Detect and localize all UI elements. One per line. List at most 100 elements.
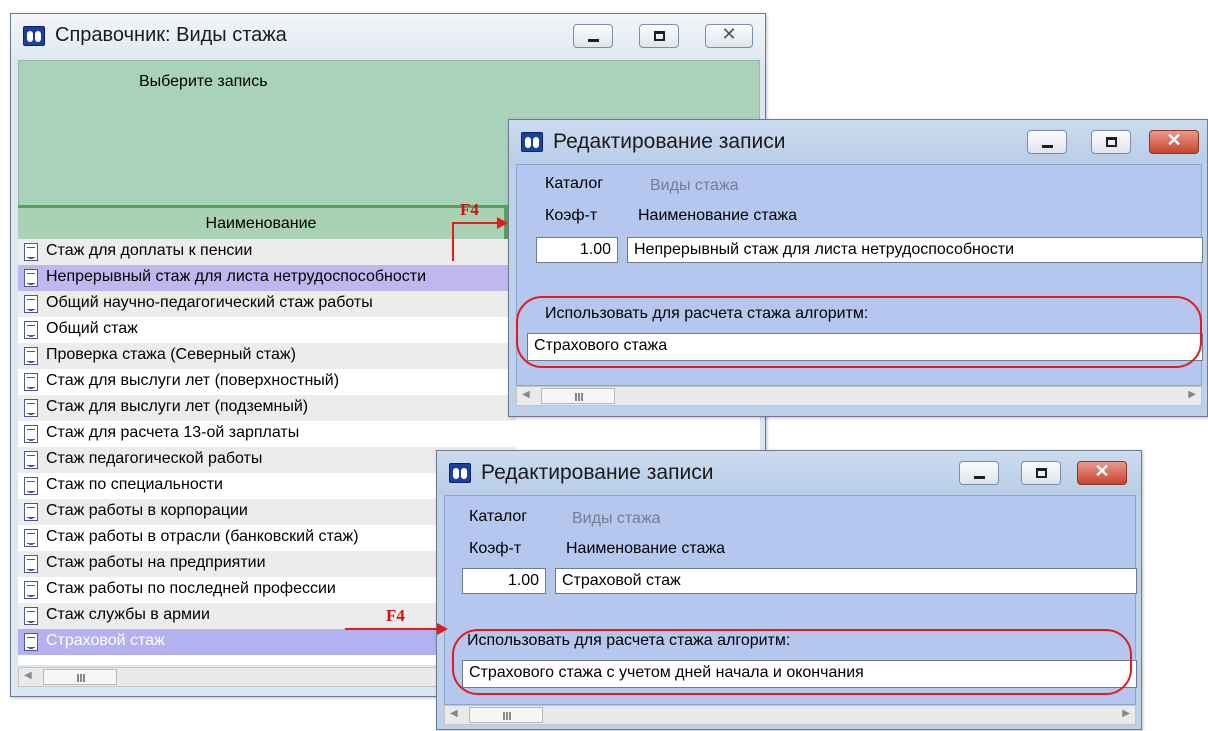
document-icon — [24, 503, 38, 521]
close-icon: ✕ — [1094, 461, 1110, 481]
algorithm-highlight-oval-1 — [516, 296, 1202, 368]
table-row[interactable]: Проверка стажа (Северный стаж) — [18, 343, 516, 369]
select-record-caption: Выберите запись — [139, 73, 268, 90]
row-label: Стаж работы по последней профессии — [46, 580, 336, 597]
row-label: Страховой стаж — [46, 632, 165, 649]
document-icon — [24, 451, 38, 469]
table-row[interactable]: Общий стаж — [18, 317, 516, 343]
horizontal-scrollbar[interactable]: ◀ ▶ — [516, 386, 1202, 406]
app-logo-icon — [521, 132, 543, 152]
maximize-icon — [1036, 468, 1047, 478]
horizontal-scrollbar[interactable]: ◀ ▶ — [444, 705, 1136, 725]
document-icon — [24, 321, 38, 339]
document-icon — [24, 529, 38, 547]
row-label: Стаж работы в отрасли (банковский стаж) — [46, 528, 359, 545]
scrollbar-thumb[interactable] — [43, 669, 117, 685]
document-icon — [24, 633, 38, 651]
row-label: Общий стаж — [46, 320, 138, 337]
scroll-right-icon[interactable]: ▶ — [1122, 708, 1130, 719]
table-row[interactable]: Стаж для выслуги лет (поверхностный) — [18, 369, 516, 395]
close-button[interactable]: ✕ — [1077, 461, 1127, 485]
column-header-name[interactable]: Наименование — [18, 208, 504, 239]
catalog-label: Каталог — [545, 175, 604, 192]
edit1-titlebar[interactable]: Редактирование записи ✕ — [509, 120, 1207, 164]
algorithm-highlight-oval-2 — [452, 629, 1132, 695]
row-label: Стаж службы в армии — [46, 606, 210, 623]
close-button[interactable]: ✕ — [1149, 130, 1199, 154]
catalog-value: Виды стажа — [572, 510, 661, 527]
scroll-left-icon[interactable]: ◀ — [522, 389, 530, 400]
catalog-label: Каталог — [469, 508, 528, 525]
document-icon — [24, 347, 38, 365]
annotation-arrow-line — [452, 223, 454, 261]
edit2-window-title: Редактирование записи — [481, 461, 714, 484]
row-label: Стаж для выслуги лет (поверхностный) — [46, 372, 340, 389]
maximize-icon — [1106, 137, 1117, 147]
table-row[interactable]: Стаж для расчета 13-ой зарплаты — [18, 421, 516, 447]
reference-window-title: Справочник: Виды стажа — [55, 24, 287, 46]
minimize-button[interactable] — [959, 461, 999, 485]
document-icon — [24, 477, 38, 495]
scrollbar-thumb[interactable] — [541, 388, 615, 404]
minimize-button[interactable] — [573, 24, 613, 48]
grip-icon — [77, 674, 79, 682]
scrollbar-thumb[interactable] — [469, 707, 543, 723]
name-label: Наименование стажа — [638, 207, 798, 224]
document-icon — [24, 399, 38, 417]
scroll-left-icon[interactable]: ◀ — [24, 670, 32, 681]
document-icon — [24, 243, 38, 261]
row-label: Стаж для выслуги лет (подземный) — [46, 398, 309, 415]
document-icon — [24, 607, 38, 625]
minimize-button[interactable] — [1027, 130, 1067, 154]
table-row[interactable]: Стаж для выслуги лет (подземный) — [18, 395, 516, 421]
row-label: Стаж для расчета 13-ой зарплаты — [46, 424, 300, 441]
edit1-window-title: Редактирование записи — [553, 130, 786, 153]
minimize-icon — [1042, 145, 1053, 148]
catalog-value: Виды стажа — [650, 177, 739, 194]
document-icon — [24, 295, 38, 313]
document-icon — [24, 269, 38, 287]
name-label: Наименование стажа — [566, 540, 726, 557]
arrow-right-icon — [437, 623, 448, 635]
close-icon: ✕ — [721, 24, 737, 44]
app-logo-icon — [23, 26, 45, 46]
coef-field[interactable]: 1.00 — [462, 568, 546, 594]
name-field[interactable]: Непрерывный стаж для листа нетрудоспособ… — [627, 237, 1203, 263]
grip-icon — [503, 712, 505, 720]
f4-key-annotation-1: F4 — [460, 200, 479, 219]
row-label: Общий научно-педагогический стаж работы — [46, 294, 373, 311]
scroll-right-icon[interactable]: ▶ — [1188, 389, 1196, 400]
maximize-button[interactable] — [1091, 130, 1131, 154]
maximize-button[interactable] — [639, 24, 679, 48]
document-icon — [24, 425, 38, 443]
scroll-left-icon[interactable]: ◀ — [450, 708, 458, 719]
table-row-selected[interactable]: Непрерывный стаж для листа нетрудоспособ… — [18, 265, 516, 291]
arrow-right-icon — [497, 217, 508, 229]
minimize-icon — [974, 476, 985, 479]
row-label: Стаж для доплаты к пенсии — [46, 242, 253, 259]
annotation-arrow-line — [452, 222, 498, 224]
grip-icon — [575, 393, 577, 401]
document-icon — [24, 373, 38, 391]
coef-label: Коэф-т — [545, 207, 598, 224]
table-row[interactable]: Стаж для доплаты к пенсии — [18, 239, 516, 265]
edit2-titlebar[interactable]: Редактирование записи ✕ — [437, 451, 1141, 495]
edit-record-window-1: Редактирование записи ✕ Каталог Виды ста… — [508, 119, 1208, 417]
table-row[interactable]: Общий научно-педагогический стаж работы — [18, 291, 516, 317]
name-field[interactable]: Страховой стаж — [555, 568, 1137, 594]
row-label: Стаж педагогической работы — [46, 450, 263, 467]
coef-field[interactable]: 1.00 — [536, 237, 618, 263]
app-logo-icon — [449, 463, 471, 483]
row-label: Проверка стажа (Северный стаж) — [46, 346, 296, 363]
f4-key-annotation-2: F4 — [386, 606, 405, 625]
row-label: Стаж по специальности — [46, 476, 223, 493]
coef-label: Коэф-т — [469, 540, 522, 557]
row-label: Непрерывный стаж для листа нетрудоспособ… — [46, 268, 427, 285]
minimize-icon — [588, 39, 599, 42]
close-button[interactable]: ✕ — [705, 24, 753, 48]
document-icon — [24, 555, 38, 573]
document-icon — [24, 581, 38, 599]
maximize-button[interactable] — [1021, 461, 1061, 485]
reference-titlebar[interactable]: Справочник: Виды стажа ✕ — [11, 14, 765, 58]
annotation-arrow-line — [345, 628, 437, 630]
